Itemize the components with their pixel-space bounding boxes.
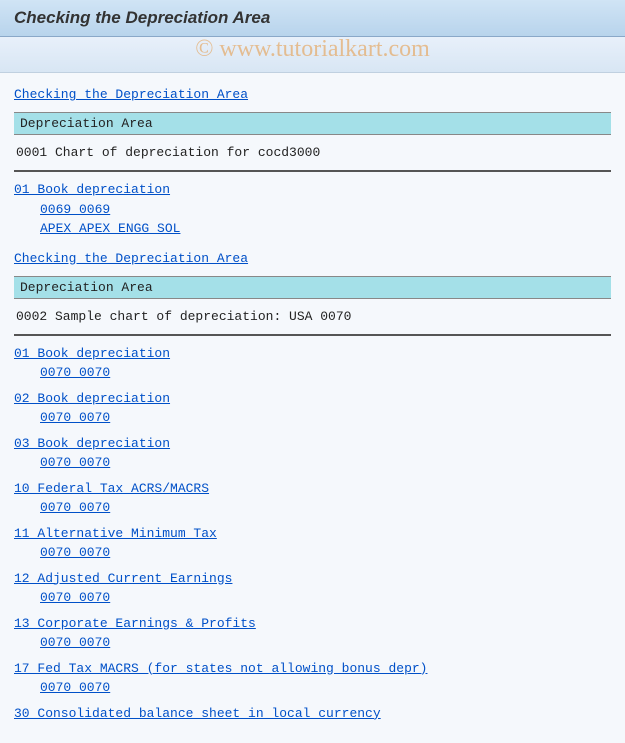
- depreciation-area-detail[interactable]: 0070 0070: [14, 363, 611, 383]
- depreciation-area-detail[interactable]: 0070 0070: [14, 633, 611, 653]
- depreciation-area-link[interactable]: 02 Book depreciation: [14, 389, 611, 409]
- depreciation-area-row: 17 Fed Tax MACRS (for states not allowin…: [14, 659, 611, 698]
- chart-title: 0001 Chart of depreciation for cocd3000: [14, 135, 611, 172]
- depreciation-area-row: 02 Book depreciation0070 0070: [14, 389, 611, 428]
- depreciation-area-row: 10 Federal Tax ACRS/MACRS0070 0070: [14, 479, 611, 518]
- depreciation-area-row: 12 Adjusted Current Earnings0070 0070: [14, 569, 611, 608]
- checking-depreciation-area-link[interactable]: Checking the Depreciation Area: [14, 87, 248, 102]
- window-title: Checking the Depreciation Area: [14, 8, 270, 27]
- depreciation-area-detail[interactable]: 0070 0070: [14, 678, 611, 698]
- section-header: Depreciation Area: [14, 112, 611, 135]
- depreciation-area-row: 13 Corporate Earnings & Profits0070 0070: [14, 614, 611, 653]
- depreciation-area-row: 01 Book depreciation0069 0069APEX APEX E…: [14, 180, 611, 239]
- window-title-bar: Checking the Depreciation Area: [0, 0, 625, 37]
- depreciation-area-detail[interactable]: 0070 0070: [14, 408, 611, 428]
- depreciation-area-detail[interactable]: 0070 0070: [14, 453, 611, 473]
- checking-depreciation-area-link[interactable]: Checking the Depreciation Area: [14, 251, 248, 266]
- depreciation-area-link[interactable]: 03 Book depreciation: [14, 434, 611, 454]
- depreciation-area-link[interactable]: 30 Consolidated balance sheet in local c…: [14, 704, 611, 724]
- depreciation-area-detail[interactable]: APEX APEX ENGG SOL: [14, 219, 611, 239]
- depreciation-area-link[interactable]: 01 Book depreciation: [14, 344, 611, 364]
- depreciation-area-link[interactable]: 13 Corporate Earnings & Profits: [14, 614, 611, 634]
- depreciation-area-row: 03 Book depreciation0070 0070: [14, 434, 611, 473]
- toolbar-strip: [0, 37, 625, 73]
- depreciation-area-row: 11 Alternative Minimum Tax0070 0070: [14, 524, 611, 563]
- depreciation-area-detail[interactable]: 0070 0070: [14, 543, 611, 563]
- depreciation-area-row: 01 Book depreciation0070 0070: [14, 344, 611, 383]
- main-content: Checking the Depreciation Area Depreciati…: [0, 73, 625, 743]
- depreciation-area-detail[interactable]: 0070 0070: [14, 588, 611, 608]
- depreciation-area-link[interactable]: 10 Federal Tax ACRS/MACRS: [14, 479, 611, 499]
- depreciation-area-detail[interactable]: 0069 0069: [14, 200, 611, 220]
- depreciation-area-link[interactable]: 11 Alternative Minimum Tax: [14, 524, 611, 544]
- depreciation-area-detail[interactable]: 0070 0070: [14, 498, 611, 518]
- depreciation-area-row: 30 Consolidated balance sheet in local c…: [14, 704, 611, 724]
- depreciation-area-link[interactable]: 12 Adjusted Current Earnings: [14, 569, 611, 589]
- depreciation-area-link[interactable]: 01 Book depreciation: [14, 180, 611, 200]
- section-header: Depreciation Area: [14, 276, 611, 299]
- depreciation-area-link[interactable]: 17 Fed Tax MACRS (for states not allowin…: [14, 659, 611, 679]
- chart-title: 0002 Sample chart of depreciation: USA 0…: [14, 299, 611, 336]
